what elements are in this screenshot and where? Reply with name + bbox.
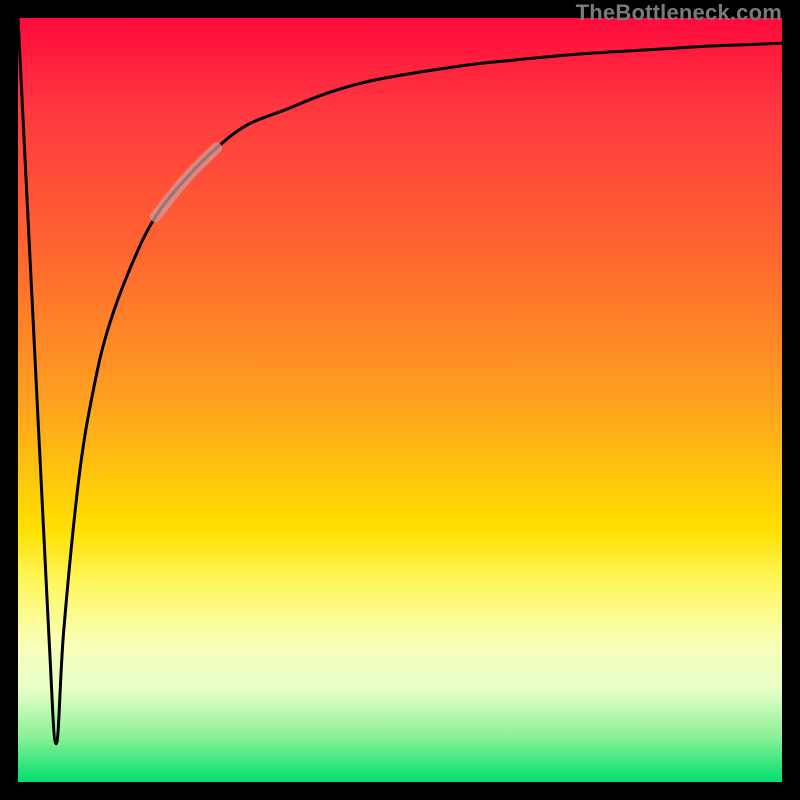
curve-layer <box>18 18 782 782</box>
watermark-label: TheBottleneck.com <box>576 0 782 26</box>
plot-area <box>18 18 782 782</box>
chart-container: TheBottleneck.com <box>0 0 800 800</box>
curve-highlight-segment <box>156 148 217 217</box>
bottleneck-curve <box>18 18 782 744</box>
